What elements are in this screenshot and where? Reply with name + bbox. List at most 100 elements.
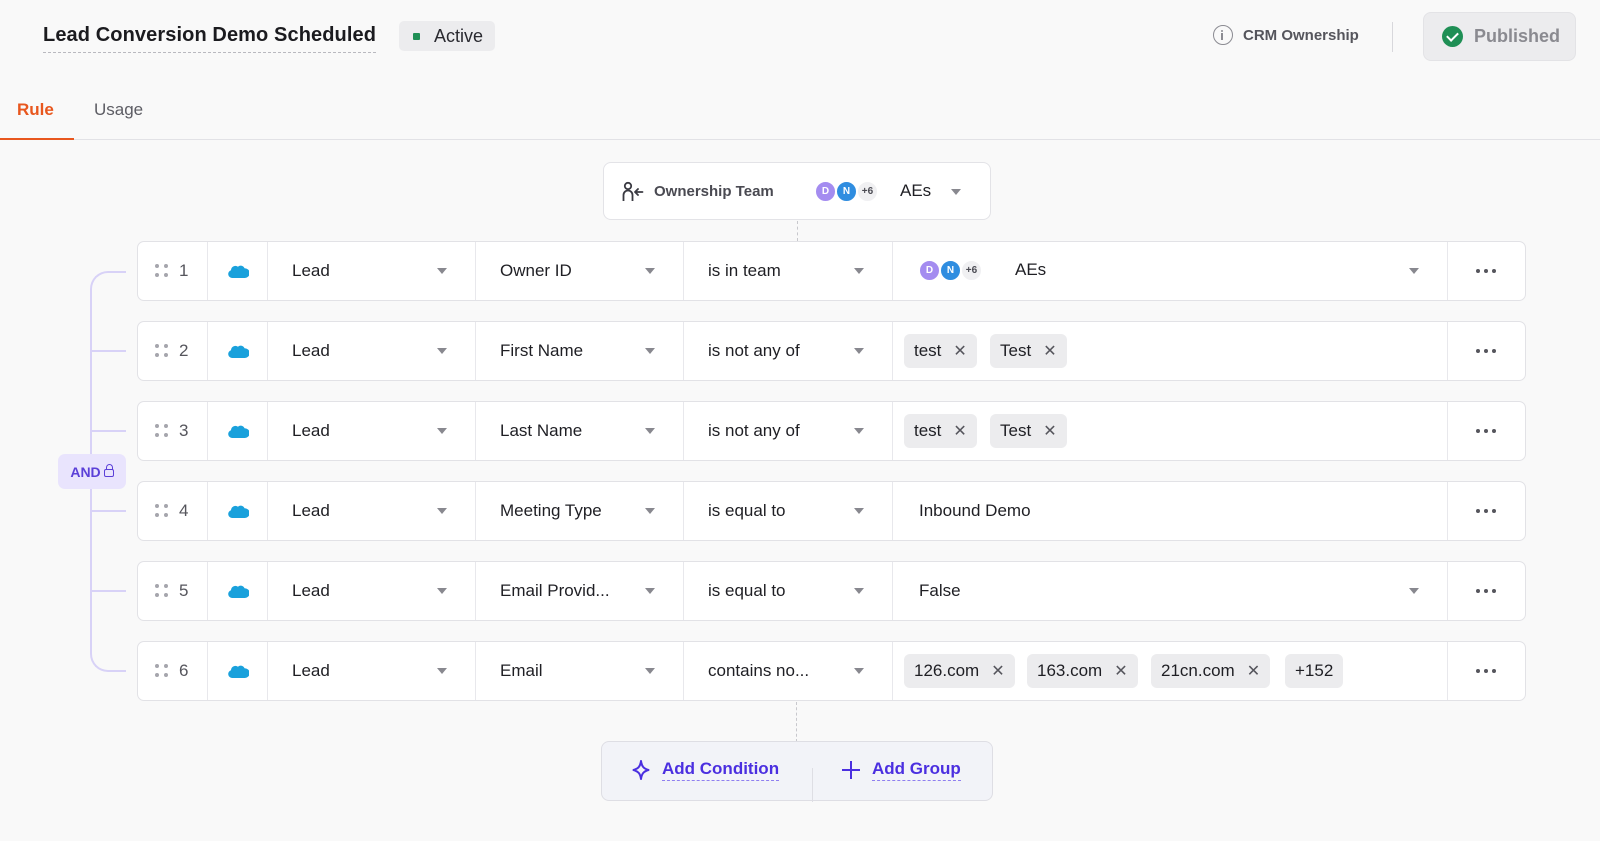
close-icon[interactable]: ✕ [953,421,966,441]
field-select[interactable]: Last Name [476,402,684,460]
avatar-more-count: +6 [960,259,983,282]
operator-select[interactable]: is in team [684,242,893,300]
row-menu-button[interactable] [1448,242,1525,300]
drag-handle-icon[interactable] [155,664,169,678]
crm-ownership-link[interactable]: CRM Ownership [1213,25,1359,45]
drag-handle-icon[interactable] [155,344,169,358]
status-dot [413,32,420,40]
drag-handle-icon[interactable] [155,424,169,438]
chevron-down-icon [645,268,655,274]
chevron-down-icon [854,668,864,674]
value-chips-input[interactable]: test ✕ Test ✕ [893,322,1448,380]
field-select[interactable]: First Name [476,322,684,380]
row-menu-button[interactable] [1448,642,1525,700]
rule-title[interactable]: Lead Conversion Demo Scheduled [43,24,377,53]
row-menu-button[interactable] [1448,482,1525,540]
page-header: Lead Conversion Demo Scheduled Active CR… [0,0,1600,74]
more-horizontal-icon [1476,269,1496,273]
add-condition-button[interactable]: Add Condition [632,759,780,781]
field-select[interactable]: Owner ID [476,242,684,300]
row-menu-button[interactable] [1448,562,1525,620]
crm-source [208,482,268,540]
owner-assign-icon [622,181,644,201]
row-handle[interactable]: 5 [138,562,208,620]
object-select[interactable]: Lead [268,322,476,380]
value-chips-input[interactable]: test ✕ Test ✕ [893,402,1448,460]
object-select[interactable]: Lead [268,242,476,300]
chevron-down-icon [951,189,961,195]
check-circle-icon [1442,26,1463,47]
info-icon [1213,25,1233,45]
operator-select[interactable]: is equal to [684,482,893,540]
row-menu-button[interactable] [1448,402,1525,460]
row-number: 6 [179,661,189,680]
close-icon[interactable]: ✕ [1043,421,1056,441]
salesforce-cloud-icon [228,505,249,518]
close-icon[interactable]: ✕ [1043,341,1056,361]
value-select[interactable]: False [893,562,1448,620]
operator-value: is not any of [708,341,800,360]
more-chips-badge[interactable]: +152 [1285,654,1344,688]
row-handle[interactable]: 6 [138,642,208,700]
add-actions-divider [812,768,813,802]
more-horizontal-icon [1476,669,1496,673]
row-handle[interactable]: 4 [138,482,208,540]
close-icon[interactable]: ✕ [1247,661,1260,681]
row-number: 3 [179,421,189,440]
close-icon[interactable]: ✕ [1114,661,1127,681]
ownership-team-label: Ownership Team [654,183,774,200]
object-select[interactable]: Lead [268,482,476,540]
group-branch [92,350,126,352]
value-chip: test ✕ [904,334,977,368]
operator-value: is equal to [708,501,786,520]
crm-source [208,562,268,620]
close-icon[interactable]: ✕ [991,661,1004,681]
row-handle[interactable]: 2 [138,322,208,380]
object-value: Lead [292,501,330,520]
condition-row: 2 Lead First Name is not any of test ✕ Te… [137,321,1526,381]
chip-label: test [914,341,942,360]
value-text-input[interactable]: Inbound Demo [893,482,1448,540]
active-tab-indicator [0,138,74,140]
published-button[interactable]: Published [1423,12,1576,61]
object-select[interactable]: Lead [268,562,476,620]
field-select[interactable]: Email [476,642,684,700]
ownership-team-selector[interactable]: Ownership Team D N +6 AEs [603,162,991,220]
add-group-button[interactable]: Add Group [842,759,961,781]
row-menu-button[interactable] [1448,322,1525,380]
add-group-label: Add Group [872,759,961,781]
value-chips-input[interactable]: 126.com ✕ 163.com ✕ 21cn.com ✕ +152 [893,642,1448,700]
operator-select[interactable]: is not any of [684,322,893,380]
row-handle[interactable]: 1 [138,242,208,300]
more-horizontal-icon [1476,429,1496,433]
condition-row: 5 Lead Email Provid... is equal to False [137,561,1526,621]
status-badge[interactable]: Active [399,21,496,51]
condition-row: 4 Lead Meeting Type is equal to Inbound … [137,481,1526,541]
team-name: AEs [1015,260,1047,279]
chevron-down-icon [854,348,864,354]
condition-row: 3 Lead Last Name is not any of test ✕ Tes… [137,401,1526,461]
tab-rule[interactable]: Rule [17,100,54,140]
value-team-select[interactable]: D N +6 AEs [893,242,1448,300]
drag-handle-icon[interactable] [155,264,169,278]
field-select[interactable]: Email Provid... [476,562,684,620]
salesforce-cloud-icon [228,265,249,278]
and-operator-badge[interactable]: AND [58,454,126,489]
crm-source [208,402,268,460]
add-actions-bar: Add Condition Add Group [601,741,993,802]
chevron-down-icon [645,668,655,674]
value-chip: 21cn.com ✕ [1151,654,1271,688]
operator-select[interactable]: is equal to [684,562,893,620]
tab-usage[interactable]: Usage [94,100,143,140]
drag-handle-icon[interactable] [155,504,169,518]
row-handle[interactable]: 3 [138,402,208,460]
field-select[interactable]: Meeting Type [476,482,684,540]
operator-select[interactable]: is not any of [684,402,893,460]
close-icon[interactable]: ✕ [953,341,966,361]
object-select[interactable]: Lead [268,402,476,460]
operator-select[interactable]: contains no... [684,642,893,700]
chevron-down-icon [1409,268,1419,274]
object-select[interactable]: Lead [268,642,476,700]
avatar-more-count: +6 [856,180,879,203]
drag-handle-icon[interactable] [155,584,169,598]
